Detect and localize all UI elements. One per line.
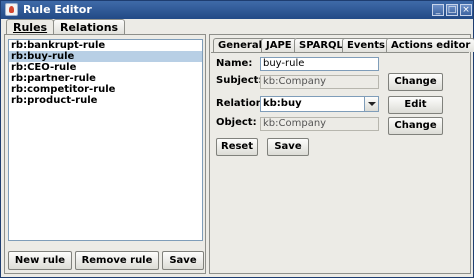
save-rule-button[interactable]: Save <box>267 138 309 156</box>
rule-editor-window: Rule Editor _ □ × Rules Relations rb:ban… <box>0 0 474 278</box>
window-title: Rule Editor <box>23 3 92 16</box>
edit-relation-button[interactable]: Edit <box>388 96 443 114</box>
tab-actions-editor[interactable]: Actions editor <box>386 38 474 52</box>
change-object-button[interactable]: Change <box>388 117 443 135</box>
tab-rules[interactable]: Rules <box>6 19 55 35</box>
general-tab-content: Name: buy-rule Subject: kb:Company Chang… <box>211 52 469 272</box>
title-bar[interactable]: Rule Editor _ □ × <box>1 1 473 19</box>
save-rules-button[interactable]: Save <box>162 251 204 270</box>
reset-button[interactable]: Reset <box>216 138 258 156</box>
minimize-button[interactable]: _ <box>432 4 444 16</box>
relation-select[interactable]: kb:buy <box>260 96 379 112</box>
tab-relations[interactable]: Relations <box>53 19 126 34</box>
tab-relations-label: Relations <box>60 21 119 34</box>
list-item[interactable]: rb:CEO-rule <box>9 62 202 73</box>
name-field[interactable]: buy-rule <box>260 57 379 71</box>
new-rule-button[interactable]: New rule <box>8 251 72 270</box>
change-subject-button[interactable]: Change <box>388 73 443 91</box>
rule-editor-panel: General JAPE SPARQL Events Actions edito… <box>209 34 474 274</box>
list-item[interactable]: rb:product-rule <box>9 95 202 106</box>
close-button[interactable]: × <box>460 4 472 16</box>
tab-events[interactable]: Events <box>342 38 390 52</box>
chevron-down-icon[interactable] <box>364 97 378 111</box>
object-label: Object: <box>216 117 257 128</box>
relation-value: kb:buy <box>263 98 302 109</box>
tab-rules-label: Rules <box>13 21 48 34</box>
tab-general[interactable]: General <box>213 38 267 53</box>
java-app-icon <box>5 3 18 16</box>
subject-field: kb:Company <box>260 75 379 89</box>
list-item[interactable]: rb:partner-rule <box>9 73 202 84</box>
list-item[interactable]: rb:bankrupt-rule <box>9 40 202 51</box>
list-item[interactable]: rb:competitor-rule <box>9 84 202 95</box>
name-label: Name: <box>216 58 253 69</box>
object-field: kb:Company <box>260 117 379 131</box>
list-item-selected[interactable]: rb:buy-rule <box>9 51 202 62</box>
rules-panel: rb:bankrupt-rule rb:buy-rule rb:CEO-rule… <box>4 34 206 274</box>
maximize-button[interactable]: □ <box>446 4 458 16</box>
subject-label: Subject: <box>216 75 263 86</box>
rule-list[interactable]: rb:bankrupt-rule rb:buy-rule rb:CEO-rule… <box>8 39 203 241</box>
remove-rule-button[interactable]: Remove rule <box>75 251 159 270</box>
tab-sparql[interactable]: SPARQL <box>294 38 348 52</box>
tab-jape[interactable]: JAPE <box>261 38 297 52</box>
